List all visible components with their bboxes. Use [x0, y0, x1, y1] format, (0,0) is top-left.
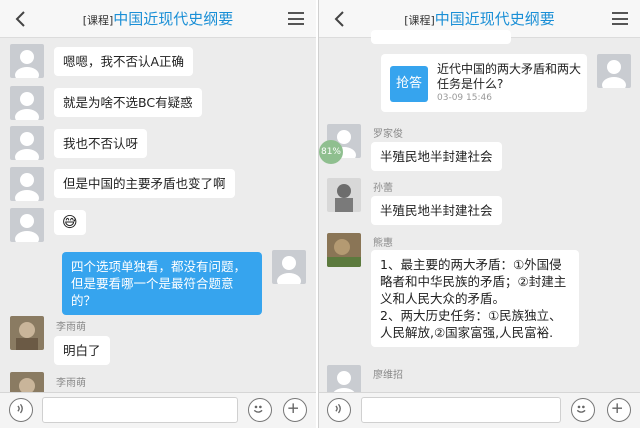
chat-bubble [371, 30, 511, 44]
avatar[interactable] [327, 178, 361, 212]
quiz-question: 近代中国的两大矛盾和两大任务是什么? [437, 62, 582, 91]
plus-icon[interactable] [283, 398, 307, 422]
avatar[interactable] [10, 44, 44, 78]
avatar[interactable] [10, 208, 44, 242]
input-bar [0, 392, 316, 428]
chat-bubble: 我也不否认呀 [54, 129, 148, 158]
voice-icon[interactable] [327, 398, 351, 422]
course-tag: [课程] [404, 14, 435, 27]
sender-name: 廖维招 [373, 370, 403, 381]
plus-icon[interactable] [607, 398, 631, 422]
message-input[interactable] [361, 397, 561, 423]
sender-name: 孙蕾 [373, 183, 393, 194]
avatar[interactable] [327, 233, 361, 267]
avatar[interactable] [10, 316, 44, 350]
avatar[interactable] [10, 86, 44, 120]
progress-badge: 81% [319, 140, 343, 164]
chat-bubble: 就是为啥不选BC有疑惑 [54, 88, 202, 117]
avatar[interactable] [272, 250, 306, 284]
course-title: 中国近现代史纲要 [113, 10, 234, 28]
quick-answer-button[interactable]: 抢答 [390, 66, 428, 102]
input-bar [319, 392, 640, 428]
message-input[interactable] [42, 397, 238, 423]
chat-bubble: 1、最主要的两大矛盾：①外国侵略者和中华民族的矛盾；②封建主义和人民大众的矛盾。… [371, 250, 579, 347]
quiz-card[interactable]: 抢答 近代中国的两大矛盾和两大任务是什么? 03-09 15:46 [381, 54, 587, 112]
course-tag: [课程] [82, 14, 114, 27]
sender-name: 罗家俊 [373, 129, 403, 140]
chat-bubble: 半殖民地半封建社会 [371, 142, 502, 171]
avatar[interactable] [10, 167, 44, 201]
left-chat-panel: [课程]中国近现代史纲要 嗯嗯，我不否认A正确 就是为啥不选BC有疑惑 我也不否… [0, 0, 316, 428]
chat-bubble: 明白了 [54, 336, 110, 365]
sender-name: 熊惠 [373, 238, 393, 249]
quiz-time: 03-09 15:46 [437, 93, 492, 103]
avatar[interactable] [597, 54, 631, 88]
top-bar: [课程]中国近现代史纲要 [0, 0, 316, 38]
menu-icon[interactable] [288, 12, 304, 25]
avatar[interactable] [10, 126, 44, 160]
emoji-icon[interactable] [571, 398, 595, 422]
sender-name: 李雨萌 [56, 378, 86, 389]
menu-icon[interactable] [612, 12, 628, 25]
emoji-bubble: 😅 [54, 210, 86, 235]
chat-bubble: 半殖民地半封建社会 [371, 196, 502, 225]
voice-icon[interactable] [9, 398, 33, 422]
page-title: [课程]中国近现代史纲要 [319, 8, 640, 29]
sender-name: 李雨萌 [56, 322, 86, 333]
course-title: 中国近现代史纲要 [434, 10, 555, 28]
chat-bubble-self: 四个选项单独看，都没有问题，但是要看哪一个是最符合题意的？ [62, 252, 262, 315]
chat-bubble: 嗯嗯，我不否认A正确 [54, 47, 194, 76]
chat-bubble: 但是中国的主要矛盾也变了啊 [54, 169, 235, 198]
emoji-icon[interactable] [248, 398, 272, 422]
right-chat-panel: [课程]中国近现代史纲要 抢答 近代中国的两大矛盾和两大任务是什么? 03-09… [318, 0, 640, 428]
page-title: [课程]中国近现代史纲要 [0, 8, 316, 29]
